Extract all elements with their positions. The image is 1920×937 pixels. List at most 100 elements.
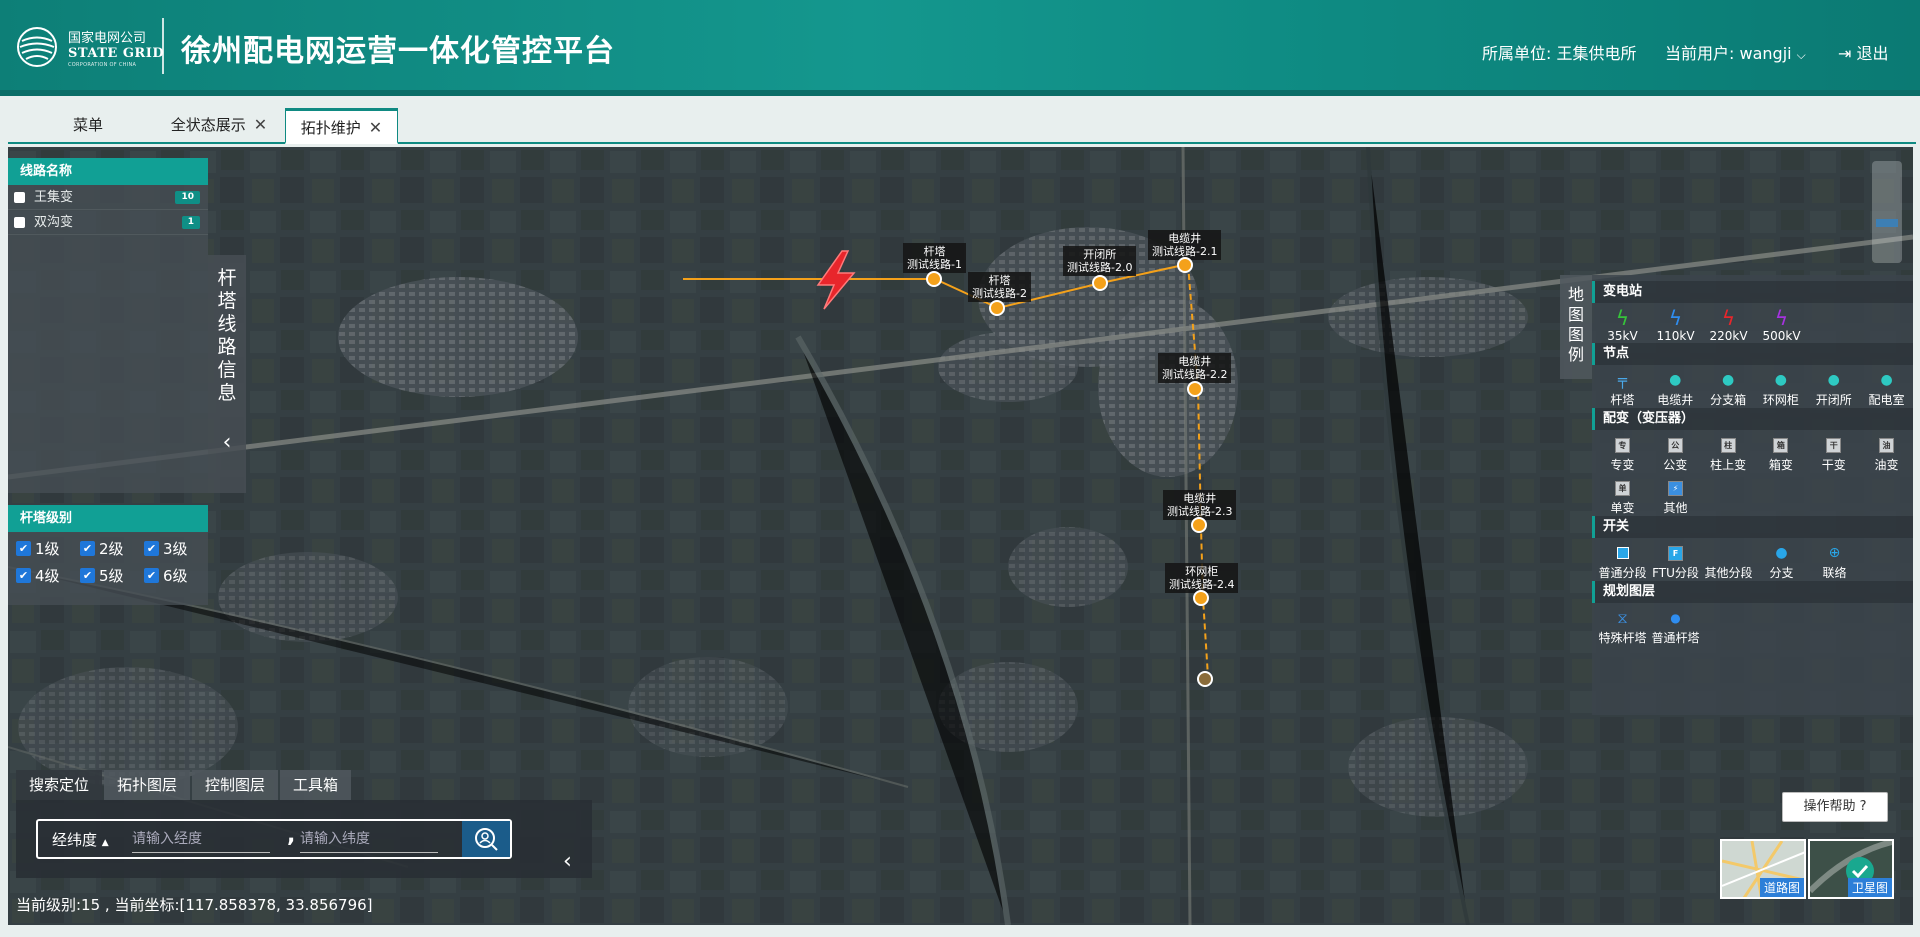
- tower-level-title: 杆塔级别: [8, 505, 208, 532]
- legend-item: 其他分段: [1702, 538, 1755, 581]
- level-checkbox[interactable]: ✔ 5级: [80, 565, 144, 586]
- pole-transformer-icon: 柱: [1702, 434, 1755, 456]
- check-icon: ✔: [80, 568, 95, 583]
- help-button[interactable]: 操作帮助 ?: [1782, 792, 1888, 822]
- marker-label: 杆塔 测试线路-1: [903, 243, 966, 273]
- tower-node[interactable]: [989, 300, 1005, 316]
- legend-item: ● 环网柜: [1754, 365, 1807, 408]
- level-checkbox[interactable]: ✔ 2级: [80, 538, 144, 559]
- logout-label: 退出: [1856, 44, 1889, 63]
- level-checkbox[interactable]: ✔ 3级: [144, 538, 208, 559]
- substation-marker[interactable]: [812, 249, 860, 311]
- line-checkbox[interactable]: [14, 217, 25, 228]
- switch-station-node[interactable]: [1092, 275, 1108, 291]
- help-label: 操作帮助: [1803, 799, 1856, 814]
- ring-main-unit-icon: ●: [1774, 372, 1787, 388]
- marker-label: 电缆井 测试线路-2.1: [1148, 230, 1222, 260]
- cable-well-node[interactable]: [1187, 381, 1203, 397]
- tab-control-layer[interactable]: 控制图层: [192, 770, 279, 800]
- legend-item: 公公变: [1649, 430, 1702, 473]
- chevron-left-icon[interactable]: ‹: [208, 431, 246, 454]
- legend-section-title: 配变（变压器）: [1592, 408, 1913, 430]
- switch-station-icon: ●: [1827, 372, 1840, 388]
- level-label: 1级: [35, 540, 60, 558]
- header-divider: [162, 18, 164, 74]
- tie-switch-icon: ⊕: [1828, 545, 1841, 561]
- marker-label: 环网柜 测试线路-2.4: [1165, 563, 1239, 593]
- legend-item: ϟ 220kV: [1702, 303, 1755, 343]
- search-mode-label: 经纬度: [52, 831, 98, 849]
- coordinate-separator: ,: [287, 823, 296, 848]
- search-mode-select[interactable]: 经纬度 ▲: [52, 829, 109, 850]
- user-menu[interactable]: 当前用户: wangji ⌵: [1665, 40, 1806, 64]
- legend-item: ϟ 110kV: [1649, 303, 1702, 343]
- line-item[interactable]: 王集变 10: [8, 185, 208, 210]
- legend-item: 普通分段: [1596, 538, 1649, 581]
- tower-node[interactable]: [926, 271, 942, 287]
- legend-item: ● 电缆井: [1649, 365, 1702, 408]
- tab-full-status[interactable]: 全状态展示 ✕: [154, 108, 284, 144]
- check-icon: ✔: [144, 541, 159, 556]
- unit-label: 所属单位:: [1482, 44, 1552, 63]
- check-icon: ✔: [16, 541, 31, 556]
- zoom-slider[interactable]: [1872, 161, 1902, 263]
- satellite-map-toggle[interactable]: 卫星图: [1808, 839, 1894, 899]
- cable-well-icon: ●: [1669, 372, 1682, 388]
- level-checkbox[interactable]: ✔ 1级: [16, 538, 80, 559]
- segment-switch-icon: [1596, 542, 1649, 564]
- endpoint-node[interactable]: [1197, 671, 1213, 687]
- line-count-badge: 10: [175, 191, 200, 204]
- search-panel: 经纬度 ▲ ,: [16, 800, 592, 878]
- ring-main-unit-node[interactable]: [1193, 590, 1209, 606]
- legend-item: ● 分支: [1755, 538, 1808, 581]
- legend-section-title: 节点: [1592, 343, 1913, 365]
- bolt-purple-icon: ϟ: [1774, 306, 1789, 330]
- coordinate-search: 经纬度 ▲ ,: [36, 819, 512, 859]
- tab-label: 全状态展示: [170, 116, 246, 134]
- legend-tab[interactable]: 地图图例: [1560, 275, 1592, 379]
- road-map-toggle[interactable]: 道路图: [1720, 839, 1806, 899]
- tab-topology-layer[interactable]: 拓扑图层: [104, 770, 191, 800]
- collapse-search-icon[interactable]: ‹: [563, 849, 572, 874]
- other-switch-icon: [1702, 542, 1755, 564]
- logout-button[interactable]: ⇥ 退出: [1838, 40, 1889, 64]
- check-icon: ✔: [16, 568, 31, 583]
- org-name: 国家电网公司: [68, 31, 147, 46]
- tab-menu[interactable]: 菜单: [48, 108, 128, 144]
- longitude-input[interactable]: [132, 825, 270, 853]
- bolt-red-icon: ϟ: [1721, 306, 1736, 330]
- user-value: wangji: [1739, 44, 1792, 63]
- satellite-map-label: 卫星图: [1847, 878, 1892, 897]
- tab-topology[interactable]: 拓扑维护 ✕: [285, 108, 398, 144]
- close-icon[interactable]: ✕: [369, 118, 382, 137]
- line-checkbox[interactable]: [14, 192, 25, 203]
- box-transformer-icon: 箱: [1754, 434, 1807, 456]
- cable-well-node[interactable]: [1177, 257, 1193, 273]
- unit-value: 王集供电所: [1556, 44, 1637, 63]
- unit-info: 所属单位: 王集供电所: [1482, 40, 1637, 64]
- level-checkbox[interactable]: ✔ 6级: [144, 565, 208, 586]
- cable-well-node[interactable]: [1191, 517, 1207, 533]
- normal-tower-icon: ●: [1670, 611, 1681, 625]
- marker-label: 电缆井 测试线路-2.3: [1163, 490, 1237, 520]
- tab-label: 菜单: [72, 116, 103, 134]
- legend-item: ╤ 杆塔: [1596, 365, 1649, 408]
- level-label: 6级: [163, 567, 188, 585]
- map-canvas[interactable]: 杆塔 测试线路-1 杆塔 测试线路-2 开闭所 测试线路-2.0 电缆井 测试线路-2.…: [8, 147, 1913, 925]
- tab-search-locate[interactable]: 搜索定位: [16, 770, 103, 800]
- tower-level-panel: 杆塔级别 ✔ 1级 ✔ 2级 ✔ 3级 ✔ 4级 ✔ 5级 ✔ 6级: [8, 505, 208, 605]
- close-icon[interactable]: ✕: [254, 115, 267, 134]
- latitude-input[interactable]: [300, 825, 438, 853]
- level-checkbox[interactable]: ✔ 4级: [16, 565, 80, 586]
- legend-item: F FTU分段: [1649, 538, 1702, 581]
- level-label: 3级: [163, 540, 188, 558]
- zoom-handle[interactable]: [1876, 219, 1898, 227]
- app-header: 国家电网公司 STATE GRID CORPORATION OF CHINA 徐…: [0, 0, 1920, 96]
- line-item[interactable]: 双沟变 1: [8, 210, 208, 235]
- marker-label: 开闭所 测试线路-2.0: [1063, 246, 1137, 276]
- tab-toolbox[interactable]: 工具箱: [280, 770, 352, 800]
- public-transformer-icon: 公: [1649, 434, 1702, 456]
- tower-info-tab[interactable]: 杆塔线路信息 ‹: [208, 255, 246, 493]
- locate-button[interactable]: [462, 821, 510, 857]
- legend-item: ϟ 500kV: [1755, 303, 1808, 343]
